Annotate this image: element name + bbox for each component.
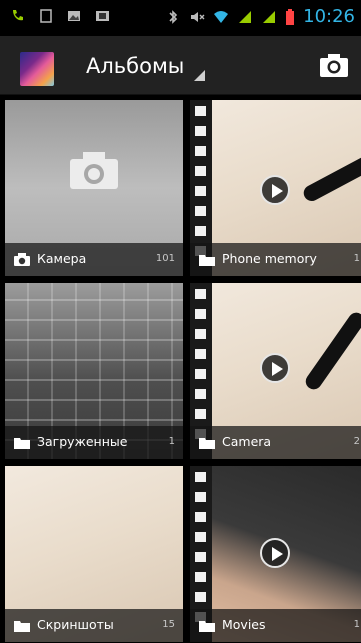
album-tile-camera-ru[interactable]: Камера 101 bbox=[5, 100, 183, 276]
album-tile-phone-memory[interactable]: Phone memory 1 bbox=[190, 100, 361, 276]
album-name: Скриншоты bbox=[37, 617, 114, 632]
album-count: 2 bbox=[353, 436, 360, 447]
album-label-bar: Phone memory 1 bbox=[190, 243, 361, 276]
gallery-app-icon[interactable] bbox=[20, 52, 54, 86]
camera-placeholder-icon bbox=[70, 152, 118, 189]
folder-icon bbox=[14, 621, 30, 632]
album-tile-camera[interactable]: Camera 2 bbox=[190, 283, 361, 459]
bluetooth-icon bbox=[169, 9, 178, 24]
album-count: 15 bbox=[162, 619, 175, 630]
signal-icon-2 bbox=[263, 10, 276, 23]
album-label-bar: Камера 101 bbox=[5, 243, 183, 276]
album-tile-downloads[interactable]: Загруженные 1 bbox=[5, 283, 183, 459]
album-count: 1 bbox=[168, 436, 175, 447]
sim-card-icon bbox=[96, 11, 109, 21]
phone-call-icon bbox=[13, 10, 23, 21]
camera-button-icon[interactable] bbox=[319, 52, 349, 78]
camera-icon bbox=[14, 253, 30, 266]
album-count: 1 bbox=[353, 619, 360, 630]
album-name: Загруженные bbox=[37, 434, 128, 449]
spinner-dropdown-icon[interactable] bbox=[194, 70, 205, 81]
album-label-bar: Camera 2 bbox=[190, 426, 361, 459]
battery-icon bbox=[286, 8, 295, 25]
album-label-bar: Загруженные 1 bbox=[5, 426, 183, 459]
wifi-icon bbox=[214, 10, 229, 23]
clipboard-icon bbox=[40, 9, 52, 23]
action-bar: Альбомы bbox=[0, 36, 361, 95]
image-icon bbox=[68, 11, 80, 21]
album-count: 1 bbox=[353, 253, 360, 264]
folder-icon bbox=[199, 255, 215, 266]
album-name: Камера bbox=[37, 251, 87, 266]
album-tile-screenshots[interactable]: Скриншоты 15 bbox=[5, 466, 183, 642]
play-icon bbox=[260, 353, 290, 383]
play-icon bbox=[260, 175, 290, 205]
folder-icon bbox=[199, 438, 215, 449]
album-label-bar: Скриншоты 15 bbox=[5, 609, 183, 642]
album-name: Camera bbox=[222, 434, 272, 449]
signal-icon bbox=[239, 10, 252, 23]
status-bar: 10:26 bbox=[0, 0, 361, 36]
album-spinner-title[interactable]: Альбомы bbox=[86, 54, 184, 78]
mute-icon bbox=[191, 11, 205, 22]
status-time: 10:26 bbox=[303, 6, 355, 27]
album-name: Movies bbox=[222, 617, 266, 632]
album-name: Phone memory bbox=[222, 251, 317, 266]
album-count: 101 bbox=[155, 253, 175, 264]
album-grid: Камера 101 Phone memory 1 Загруженные 1 … bbox=[0, 95, 361, 643]
album-tile-movies[interactable]: Movies 1 bbox=[190, 466, 361, 642]
play-icon bbox=[260, 538, 290, 568]
folder-icon bbox=[199, 621, 215, 632]
folder-icon bbox=[14, 438, 30, 449]
album-label-bar: Movies 1 bbox=[190, 609, 361, 642]
